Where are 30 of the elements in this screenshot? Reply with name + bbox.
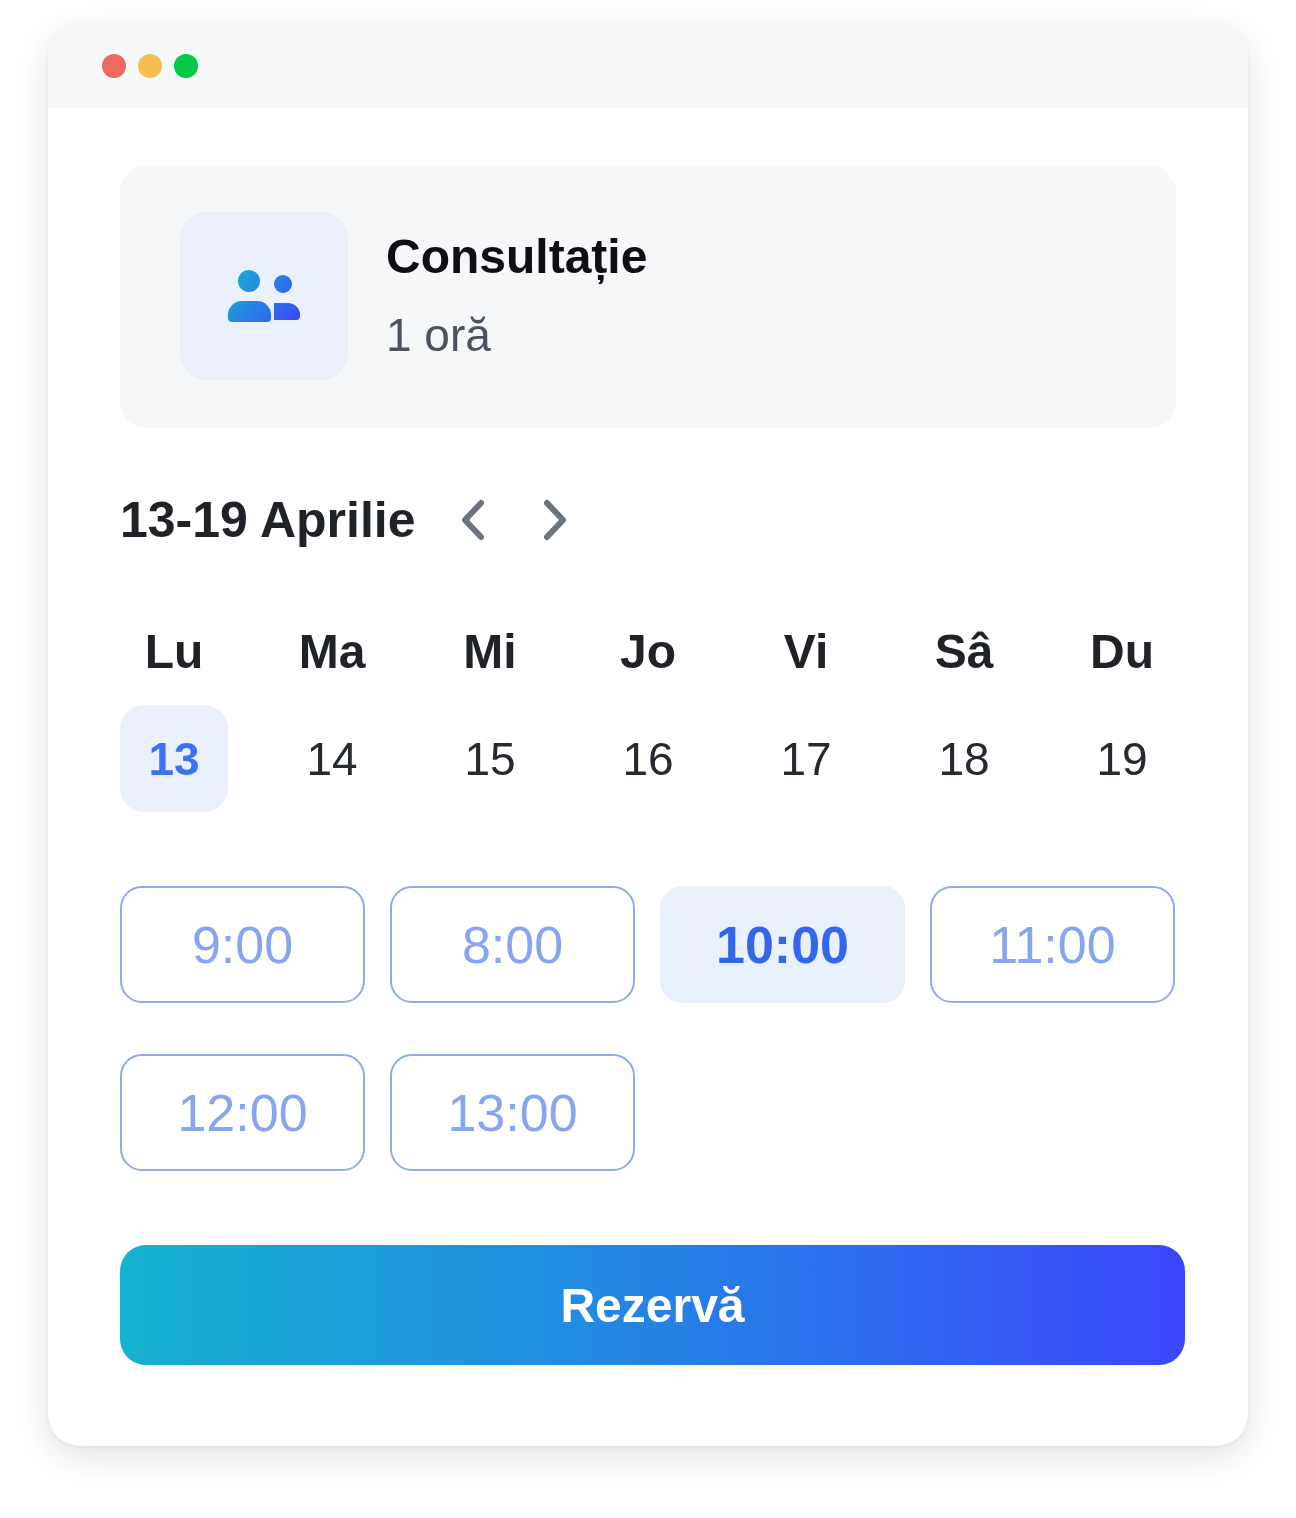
week-range-label: 13-19 Aprilie <box>120 491 416 550</box>
weekday-label: Ma <box>298 624 366 680</box>
time-slot-button[interactable]: 12:00 <box>120 1054 365 1171</box>
service-title: Consultație <box>386 229 648 285</box>
date-button[interactable]: 15 <box>436 705 544 812</box>
window-control-dot[interactable] <box>138 54 162 78</box>
time-slot-button[interactable]: 9:00 <box>120 886 365 1003</box>
window-control-dot[interactable] <box>102 54 126 78</box>
date-button[interactable]: 16 <box>594 705 702 812</box>
time-slot-button[interactable]: 11:00 <box>930 886 1175 1003</box>
date-button[interactable]: 13 <box>120 705 228 812</box>
time-slot-button[interactable]: 13:00 <box>390 1054 635 1171</box>
weekday-label: Mi <box>463 624 517 680</box>
weekday-label: Lu <box>144 624 204 680</box>
date-button[interactable]: 19 <box>1068 705 1176 812</box>
weekday-label: Sâ <box>934 624 994 680</box>
service-duration: 1 oră <box>386 308 492 363</box>
time-slot-button[interactable]: 10:00 <box>660 886 905 1003</box>
window-control-dot[interactable] <box>174 54 198 78</box>
chevron-right-icon <box>541 499 568 541</box>
time-slot-button[interactable]: 8:00 <box>390 886 635 1003</box>
weekday-label: Vi <box>783 624 829 680</box>
chevron-left-icon <box>459 499 486 541</box>
date-button[interactable]: 18 <box>910 705 1018 812</box>
book-button[interactable]: Rezervă <box>120 1245 1185 1365</box>
weekday-label: Jo <box>620 624 676 680</box>
weekday-label: Du <box>1090 624 1154 680</box>
people-icon <box>180 212 348 380</box>
date-button[interactable]: 14 <box>278 705 386 812</box>
date-button[interactable]: 17 <box>752 705 860 812</box>
